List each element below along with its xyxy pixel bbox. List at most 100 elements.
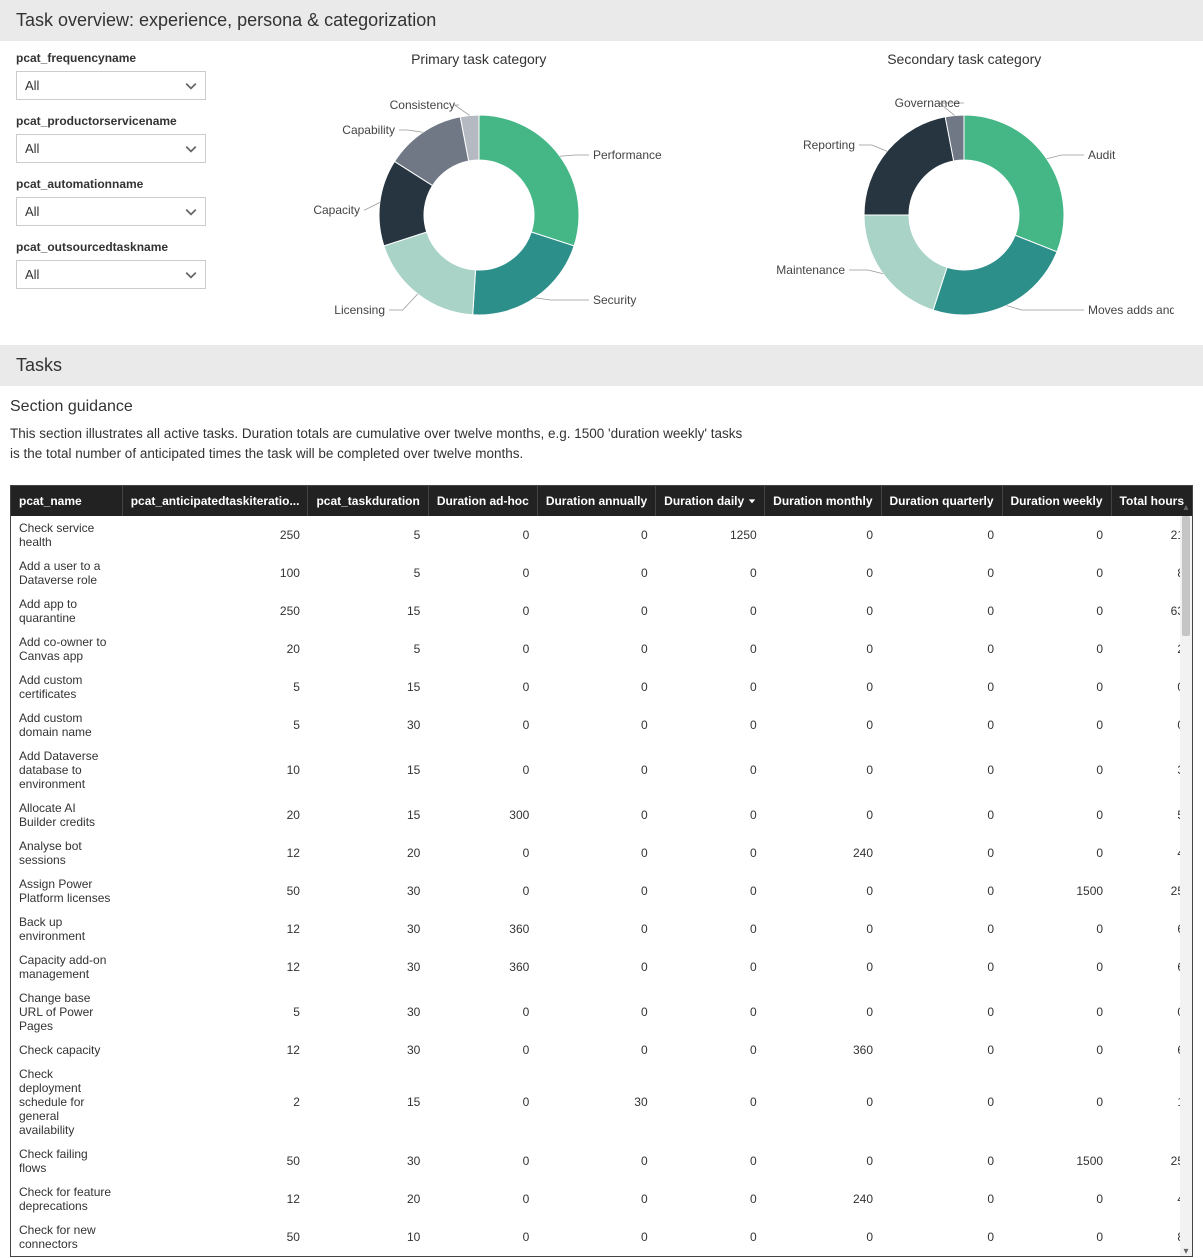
donut-slice[interactable] <box>864 215 947 310</box>
table-cell: 0 <box>656 910 765 948</box>
table-cell: 0 <box>881 744 1002 796</box>
table-header-cell[interactable]: pcat_anticipatedtaskiteratio... <box>122 486 308 516</box>
filter-label: pcat_automationname <box>16 177 206 191</box>
donut-slice[interactable] <box>472 232 573 315</box>
table-row[interactable]: Add app to quarantine2501500000063 <box>11 592 1192 630</box>
table-row[interactable]: Assign Power Platform licenses5030000001… <box>11 872 1192 910</box>
table-cell: 0 <box>881 872 1002 910</box>
table-row[interactable]: Add a user to a Dataverse role1005000000… <box>11 554 1192 592</box>
table-header-cell[interactable]: Duration ad-hoc <box>428 486 537 516</box>
scrollbar[interactable]: ▴ ▾ <box>1180 516 1192 1256</box>
table-row[interactable]: Add co-owner to Canvas app2050000002 <box>11 630 1192 668</box>
table-cell: 12 <box>122 910 308 948</box>
scroll-down-icon[interactable]: ▾ <box>1180 1246 1192 1258</box>
table-row[interactable]: Change base URL of Power Pages5300000000 <box>11 986 1192 1038</box>
table-cell: 0 <box>765 796 881 834</box>
table-cell: 0 <box>428 872 537 910</box>
filter-dropdown-automation[interactable]: All <box>16 197 206 226</box>
table-cell: Add Dataverse database to environment <box>11 744 122 796</box>
table-row[interactable]: Add custom certificates5150000000 <box>11 668 1192 706</box>
table-cell: Check service health <box>11 516 122 554</box>
filter-label: pcat_outsourcedtaskname <box>16 240 206 254</box>
tasks-table[interactable]: pcat_namepcat_anticipatedtaskiteratio...… <box>11 486 1192 1256</box>
filter-dropdown-productservice[interactable]: All <box>16 134 206 163</box>
table-header-cell[interactable]: pcat_taskduration <box>308 486 428 516</box>
filter-automation: pcat_automationname All <box>16 177 206 226</box>
table-row[interactable]: Check failing flows503000000150025 <box>11 1142 1192 1180</box>
table-cell: 50 <box>122 1218 308 1256</box>
table-row[interactable]: Check for new connectors50100000008 <box>11 1218 1192 1256</box>
table-cell: Analyse bot sessions <box>11 834 122 872</box>
donut-secondary[interactable]: AuditMoves adds and changesMaintenanceRe… <box>754 75 1174 335</box>
filter-dropdown-outsourcedtask[interactable]: All <box>16 260 206 289</box>
table-cell: Allocate AI Builder credits <box>11 796 122 834</box>
table-cell: 20 <box>122 796 308 834</box>
table-header-cell[interactable]: Duration weekly <box>1002 486 1111 516</box>
donut-slice[interactable] <box>384 232 476 315</box>
table-cell: Check for feature deprecations <box>11 1180 122 1218</box>
filter-dropdown-frequency[interactable]: All <box>16 71 206 100</box>
table-row[interactable]: Analyse bot sessions1220000240004 <box>11 834 1192 872</box>
table-cell: 0 <box>537 986 655 1038</box>
table-header-cell[interactable]: Duration daily <box>656 486 765 516</box>
donut-slice[interactable] <box>864 117 954 215</box>
table-row[interactable]: Add Dataverse database to environment101… <box>11 744 1192 796</box>
chart-title: Secondary task category <box>887 51 1041 67</box>
scroll-up-icon[interactable]: ▴ <box>1180 502 1192 514</box>
table-header-cell[interactable]: Duration quarterly <box>881 486 1002 516</box>
table-cell: 15 <box>308 1062 428 1142</box>
table-cell: 12 <box>122 1038 308 1062</box>
table-header-cell[interactable]: pcat_name <box>11 486 122 516</box>
table-cell: 0 <box>881 630 1002 668</box>
table-cell: 15 <box>308 668 428 706</box>
table-cell: 240 <box>765 1180 881 1218</box>
donut-label: Security <box>593 293 636 307</box>
table-cell: 0 <box>428 630 537 668</box>
table-row[interactable]: Capacity add-on management1230360000006 <box>11 948 1192 986</box>
table-cell: 0 <box>765 592 881 630</box>
table-cell: 0 <box>537 1038 655 1062</box>
table-cell: 100 <box>122 554 308 592</box>
table-cell: 0 <box>656 554 765 592</box>
donut-slice[interactable] <box>933 235 1057 315</box>
donut-slice[interactable] <box>479 115 579 246</box>
table-cell: 0 <box>537 1218 655 1256</box>
table-row[interactable]: Check service health250500125000021 <box>11 516 1192 554</box>
table-row[interactable]: Check deployment schedule for general av… <box>11 1062 1192 1142</box>
table-cell: 0 <box>537 872 655 910</box>
table-row[interactable]: Add custom domain name5300000000 <box>11 706 1192 744</box>
table-cell: Check for new connectors <box>11 1218 122 1256</box>
scroll-thumb[interactable] <box>1182 516 1190 636</box>
table-cell: 0 <box>656 1180 765 1218</box>
table-row[interactable]: Back up environment1230360000006 <box>11 910 1192 948</box>
table-cell: 0 <box>537 834 655 872</box>
table-cell: 0 <box>1002 986 1111 1038</box>
table-cell: 0 <box>881 706 1002 744</box>
table-header-cell[interactable]: Duration annually <box>537 486 655 516</box>
donut-primary[interactable]: PerformanceSecurityLicensingCapacityCapa… <box>269 75 689 335</box>
filter-value: All <box>25 204 39 219</box>
table-cell: 0 <box>1002 744 1111 796</box>
table-cell: 5 <box>122 706 308 744</box>
filter-label: pcat_productorservicename <box>16 114 206 128</box>
table-cell: 0 <box>1002 834 1111 872</box>
table-cell: 0 <box>881 1218 1002 1256</box>
table-cell: 0 <box>881 986 1002 1038</box>
table-header-cell[interactable]: Duration monthly <box>765 486 881 516</box>
table-row[interactable]: Check for feature deprecations1220000240… <box>11 1180 1192 1218</box>
filter-label: pcat_frequencyname <box>16 51 206 65</box>
donut-label: Governance <box>895 96 961 110</box>
table-row[interactable]: Allocate AI Builder credits2015300000005 <box>11 796 1192 834</box>
donut-slice[interactable] <box>964 115 1064 252</box>
table-cell: 0 <box>537 554 655 592</box>
table-cell: 0 <box>537 516 655 554</box>
table-cell: 0 <box>881 516 1002 554</box>
table-cell: 0 <box>765 706 881 744</box>
table-cell: 30 <box>308 986 428 1038</box>
chevron-down-icon <box>185 206 197 218</box>
table-cell: 0 <box>537 592 655 630</box>
table-row[interactable]: Check capacity1230000360006 <box>11 1038 1192 1062</box>
primary-chart: Primary task category PerformanceSecurit… <box>256 51 702 335</box>
table-cell: Check capacity <box>11 1038 122 1062</box>
filters-panel: pcat_frequencyname All pcat_productorser… <box>16 51 206 335</box>
